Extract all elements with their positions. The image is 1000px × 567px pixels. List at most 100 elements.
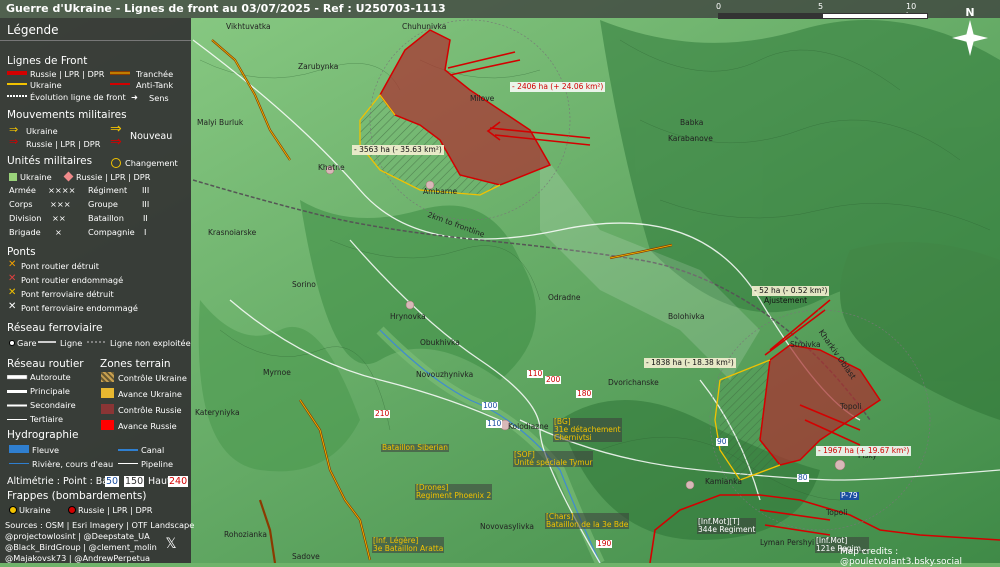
legend-section-roads: Réseau routier xyxy=(7,358,84,370)
legend-bridge: Pont routier détruit xyxy=(21,261,100,271)
road-number: P-79 xyxy=(840,491,859,500)
sources-line: @projectowlosint | @Deepstate_UA xyxy=(5,531,150,541)
place-label: Rohozianka xyxy=(224,530,267,539)
legend-echelon: Brigade xyxy=(9,227,41,237)
road-number: 180 xyxy=(576,389,593,398)
legend-move-russia: Russie | LPR | DPR xyxy=(26,139,101,149)
legend-echelon-symbol: III xyxy=(142,199,150,209)
legend-section-units: Unités militaires xyxy=(7,155,93,167)
rail-bridge-destroyed-icon: ✕ xyxy=(8,287,17,298)
strike-ukraine-icon xyxy=(9,506,17,514)
map-unit-label[interactable]: [Chars] Bataillon de la 3e Bde xyxy=(545,513,630,529)
legend-strike-ukraine: Ukraine xyxy=(19,505,51,515)
zone-ru-advance-swatch xyxy=(101,420,114,430)
road-bridge-damaged-icon: ✕ xyxy=(8,273,17,284)
place-label: Malyi Burluk xyxy=(197,118,244,127)
legend-move-ukraine: Ukraine xyxy=(26,126,58,136)
legend-echelon-symbol: ××× xyxy=(50,199,71,209)
place-label: Kolodiazne xyxy=(508,422,549,431)
legend-move-new: Nouveau xyxy=(130,131,173,142)
legend-zone: Contrôle Russie xyxy=(118,405,182,415)
place-label: Myrnoe xyxy=(263,368,291,377)
north-arrow-icon: N xyxy=(950,6,990,58)
stream-swatch xyxy=(9,463,29,464)
altimetry-low: 50 xyxy=(105,476,120,487)
legend-echelon: Corps xyxy=(9,199,33,209)
legend-echelon-symbol: III xyxy=(142,185,150,195)
place-label: Stroivka xyxy=(790,340,821,349)
legend-title: Légende xyxy=(7,23,59,37)
legend-echelon: Bataillon xyxy=(88,213,124,223)
place-label: Karabanove xyxy=(668,134,713,143)
legend-section-bridges: Ponts xyxy=(7,246,36,258)
x-logo-icon[interactable]: 𝕏 xyxy=(160,533,182,555)
legend-section-strikes: Frappes (bombardements) xyxy=(7,490,147,502)
legend-echelon-symbol: × xyxy=(55,227,62,237)
sources-line: @Black_BirdGroup | @clement_molin xyxy=(5,542,157,552)
map-title: Guerre d'Ukraine - Lignes de front au 03… xyxy=(6,2,446,15)
road-number: 210 xyxy=(374,409,391,418)
place-label: Chuhunivka xyxy=(402,22,447,31)
legend-station: Gare xyxy=(17,338,37,348)
legend-echelon-symbol: II xyxy=(143,213,148,223)
pipeline-swatch xyxy=(118,463,138,464)
road-number: 110 xyxy=(527,369,544,378)
place-label: Dvorichanske xyxy=(608,378,659,387)
place-label: Krasnoiarske xyxy=(208,228,257,237)
legend-rail-line: Ligne xyxy=(60,338,83,348)
strike-russia-icon xyxy=(68,506,76,514)
station-icon xyxy=(9,340,15,346)
scale-label-0: 0 xyxy=(716,2,722,11)
legend-hydro: Rivière, cours d'eau xyxy=(32,459,114,469)
legend-hydro: Pipeline xyxy=(141,459,174,469)
legend-road: Secondaire xyxy=(30,400,76,410)
legend-panel: Légende Lignes de Front Russie | LPR | D… xyxy=(0,18,195,563)
place-label: Lyman Pershyi xyxy=(760,538,815,547)
scale-label-5: 5 xyxy=(818,2,824,11)
map-unit-label[interactable]: [SOF] Unité spéciale Tymur xyxy=(513,451,594,467)
place-label: Milove xyxy=(470,94,495,103)
place-label: Zarubynka xyxy=(298,62,339,71)
scale-bar: 0 5 10 km xyxy=(716,2,928,20)
place-label: Hrynovka xyxy=(390,312,426,321)
legend-section-zones: Zones terrain xyxy=(100,358,171,370)
legend-echelon: Groupe xyxy=(88,199,118,209)
map-unit-label[interactable]: [Inf.Mot][T] 344e Regiment xyxy=(697,518,757,534)
map-unit-label[interactable]: [Drones] Regiment Phoenix 2 xyxy=(415,484,493,500)
scale-bar-graphic xyxy=(718,13,928,19)
change-circle-icon xyxy=(111,158,121,168)
legend-hydro: Canal xyxy=(141,445,165,455)
legend-bridge: Pont ferroviaire endommagé xyxy=(21,303,138,313)
place-label: Kateryniyka xyxy=(195,408,240,417)
legend-road: Autoroute xyxy=(30,372,71,382)
area-change-north-loss: - 3563 ha (- 35.63 km²) xyxy=(352,145,444,155)
place-label: Kamianka xyxy=(705,477,742,486)
legend-front-ukraine: Ukraine xyxy=(30,80,62,90)
legend-trench: Tranchée xyxy=(136,69,174,79)
legend-bridge: Pont ferroviaire détruit xyxy=(21,289,114,299)
legend-strike-russia: Russie | LPR | DPR xyxy=(78,505,153,515)
canal-swatch xyxy=(118,449,138,451)
legend-direction: Sens xyxy=(149,93,169,103)
legend-change: Changement xyxy=(125,158,178,168)
ukraine-unit-icon xyxy=(9,173,17,181)
river-swatch xyxy=(9,445,29,453)
road-number: 90 xyxy=(716,437,728,446)
place-label: Obukhivka xyxy=(420,338,460,347)
legend-evolution: Évolution ligne de front xyxy=(30,92,126,102)
place-label: Ambarne xyxy=(423,187,458,196)
legend-zone: Avance Russie xyxy=(118,421,177,431)
russia-unit-icon xyxy=(63,171,74,182)
sources-line: Sources : OSM | Esri Imagery | OTF Lands… xyxy=(5,520,195,530)
altimetry-high: 240 xyxy=(168,476,189,487)
area-change-south: - 1967 ha (+ 19.67 km²) xyxy=(816,446,912,456)
map-unit-label[interactable]: Bataillon Siberian xyxy=(381,444,449,452)
map-unit-label[interactable]: [BG] 31e détachement Chernivtsi xyxy=(553,418,622,442)
zone-ru-control-swatch xyxy=(101,404,114,414)
road-number: 110 xyxy=(486,419,503,428)
map-unit-label[interactable]: [Inf. Légère] 3e Bataillon Aratta xyxy=(372,537,445,553)
place-label: Sadove xyxy=(292,552,320,561)
road-number: 80 xyxy=(797,473,809,482)
place-label: Odradne xyxy=(548,293,581,302)
legend-section-rail: Réseau ferroviaire xyxy=(7,322,103,334)
